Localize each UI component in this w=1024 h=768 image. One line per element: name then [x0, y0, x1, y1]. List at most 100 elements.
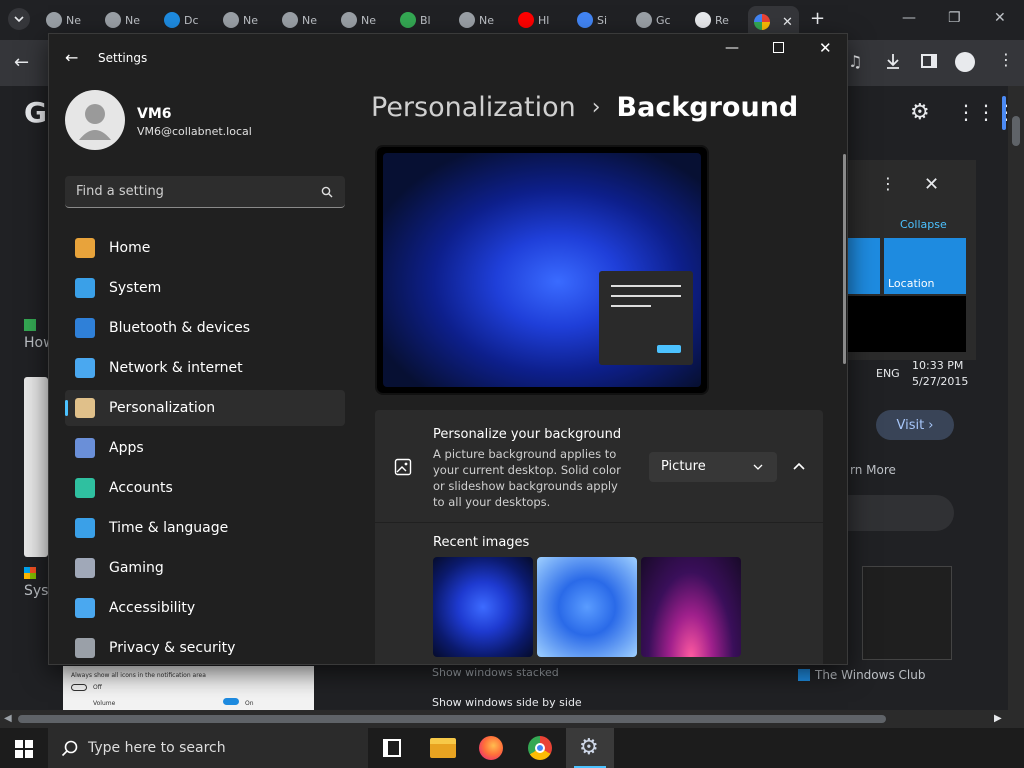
brush-icon: [75, 398, 95, 418]
chevron-down-icon: [753, 464, 763, 470]
accessibility-icon: [75, 598, 95, 618]
start-button[interactable]: [15, 740, 33, 758]
chrome-icon: [105, 12, 121, 28]
tray-time: 10:33 PM: [912, 359, 964, 372]
tray-date: 5/27/2015: [912, 375, 969, 388]
chrome-icon: [223, 12, 239, 28]
breadcrumb-parent[interactable]: Personalization: [371, 92, 576, 123]
github-icon: [695, 12, 711, 28]
learn-more-link[interactable]: rn More: [850, 463, 896, 477]
collapse-link[interactable]: Collapse: [900, 218, 947, 231]
scroll-right-icon[interactable]: ▶: [994, 713, 1002, 724]
browser-tab[interactable]: Ne: [46, 8, 81, 32]
sidebar-item-personalization[interactable]: Personalization: [65, 390, 345, 426]
twc-icon: [798, 669, 810, 681]
tab-search-button[interactable]: [8, 8, 30, 30]
sidebar-item-label: Time & language: [109, 520, 229, 536]
sidebar-item-accounts[interactable]: Accounts: [65, 470, 345, 506]
browser-tab-label: Hl: [538, 13, 550, 27]
off-label: Off: [93, 684, 102, 691]
avatar[interactable]: [65, 90, 125, 150]
browser-tab[interactable]: Hl: [518, 8, 549, 32]
sidebar-item-home[interactable]: Home: [65, 230, 345, 266]
breadcrumb-current: Background: [616, 92, 799, 123]
sidebar-item-apps[interactable]: Apps: [65, 430, 345, 466]
more-options-icon[interactable]: ⋮: [880, 174, 896, 193]
search-pill[interactable]: [830, 495, 954, 531]
bluetooth-icon: [75, 318, 95, 338]
breadcrumb-separator: ›: [591, 95, 601, 120]
user-name: VM6: [137, 106, 172, 122]
picture-icon: [394, 458, 412, 476]
browser-tab[interactable]: Bl: [400, 8, 431, 32]
close-popup-icon[interactable]: ✕: [924, 174, 939, 195]
sidebar-item-label: Accessibility: [109, 600, 196, 616]
personalize-title: Personalize your background: [433, 427, 622, 442]
sidebar-item-bluetooth-devices[interactable]: Bluetooth & devices: [65, 310, 345, 346]
apps-grid-icon[interactable]: ⋮⋮⋮: [956, 100, 1016, 124]
media-control-icon[interactable]: ♫: [848, 52, 862, 71]
sidebar-item-network-internet[interactable]: Network & internet: [65, 350, 345, 386]
browser-tab-label: Ne: [361, 13, 376, 27]
more-menu-icon[interactable]: ⋮: [998, 50, 1014, 69]
download-icon[interactable]: [884, 52, 902, 74]
chevron-up-icon[interactable]: [793, 461, 805, 471]
browser-tab[interactable]: Gc: [636, 8, 671, 32]
chrome-icon: [282, 12, 298, 28]
scroll-left-icon[interactable]: ◀: [4, 713, 12, 724]
user-email: VM6@collabnet.local: [137, 125, 252, 138]
settings-search-input[interactable]: Find a setting: [65, 176, 345, 208]
gear-icon[interactable]: ⚙: [910, 100, 930, 125]
accent-scrollbar-marker: [1002, 96, 1006, 130]
side-panel-icon[interactable]: [921, 54, 937, 68]
system-icon: [75, 278, 95, 298]
settings-taskbar-icon[interactable]: ⚙: [566, 728, 614, 768]
close-browser-button[interactable]: ✕: [994, 10, 1006, 26]
file-explorer-icon[interactable]: [430, 738, 456, 758]
location-tile[interactable]: Location: [884, 238, 966, 294]
browser-tab[interactable]: Si: [577, 8, 607, 32]
close-tab-icon[interactable]: ✕: [782, 15, 793, 30]
sidebar-item-accessibility[interactable]: Accessibility: [65, 590, 345, 626]
chrome-taskbar-icon[interactable]: [528, 736, 552, 760]
settings-scrollbar[interactable]: [843, 154, 846, 364]
sidebar-item-privacy-security[interactable]: Privacy & security: [65, 630, 345, 664]
taskbar-search-box[interactable]: Type here to search: [48, 728, 368, 768]
browser-tab[interactable]: Ne: [105, 8, 140, 32]
browser-tab[interactable]: Ne: [341, 8, 376, 32]
sidebar-item-gaming[interactable]: Gaming: [65, 550, 345, 586]
recent-image-1[interactable]: [433, 557, 533, 657]
visit-label: Visit: [896, 417, 925, 433]
horizontal-scrollbar[interactable]: ◀ ▶: [0, 710, 1024, 728]
new-tab-button[interactable]: +: [810, 8, 825, 29]
firefox-icon[interactable]: [479, 736, 503, 760]
task-view-icon[interactable]: [383, 739, 401, 757]
minimize-browser-button[interactable]: —: [902, 10, 916, 26]
browser-tab[interactable]: Ne: [459, 8, 494, 32]
person-icon: [79, 104, 111, 140]
recent-image-3[interactable]: [641, 557, 741, 657]
windows-taskbar: Type here to search ⚙: [0, 728, 1024, 768]
shield-icon: [75, 638, 95, 658]
background-type-dropdown[interactable]: Picture: [649, 452, 777, 482]
browser-tab-label: Ne: [479, 13, 494, 27]
browser-tab[interactable]: Dc: [164, 8, 199, 32]
search-icon: [61, 740, 78, 757]
vertical-scrollbar[interactable]: [1008, 86, 1024, 710]
back-arrow-icon[interactable]: ←: [14, 52, 29, 73]
wifi-icon: [75, 358, 95, 378]
show-windows-side: Show windows side by side: [432, 696, 582, 709]
on-toggle: [223, 698, 239, 705]
scroll-thumb[interactable]: [18, 715, 886, 723]
restore-browser-button[interactable]: ❐: [948, 10, 961, 26]
browser-tab[interactable]: Ne: [282, 8, 317, 32]
recent-image-2[interactable]: [537, 557, 637, 657]
profile-icon[interactable]: [955, 52, 975, 72]
sidebar-item-system[interactable]: System: [65, 270, 345, 306]
google-icon: [577, 12, 593, 28]
browser-tab[interactable]: Re: [695, 8, 729, 32]
visit-button[interactable]: Visit ›: [876, 410, 954, 440]
sidebar-item-time-language[interactable]: Time & language: [65, 510, 345, 546]
browser-tab[interactable]: Ne: [223, 8, 258, 32]
sidebar-item-label: Accounts: [109, 480, 173, 496]
